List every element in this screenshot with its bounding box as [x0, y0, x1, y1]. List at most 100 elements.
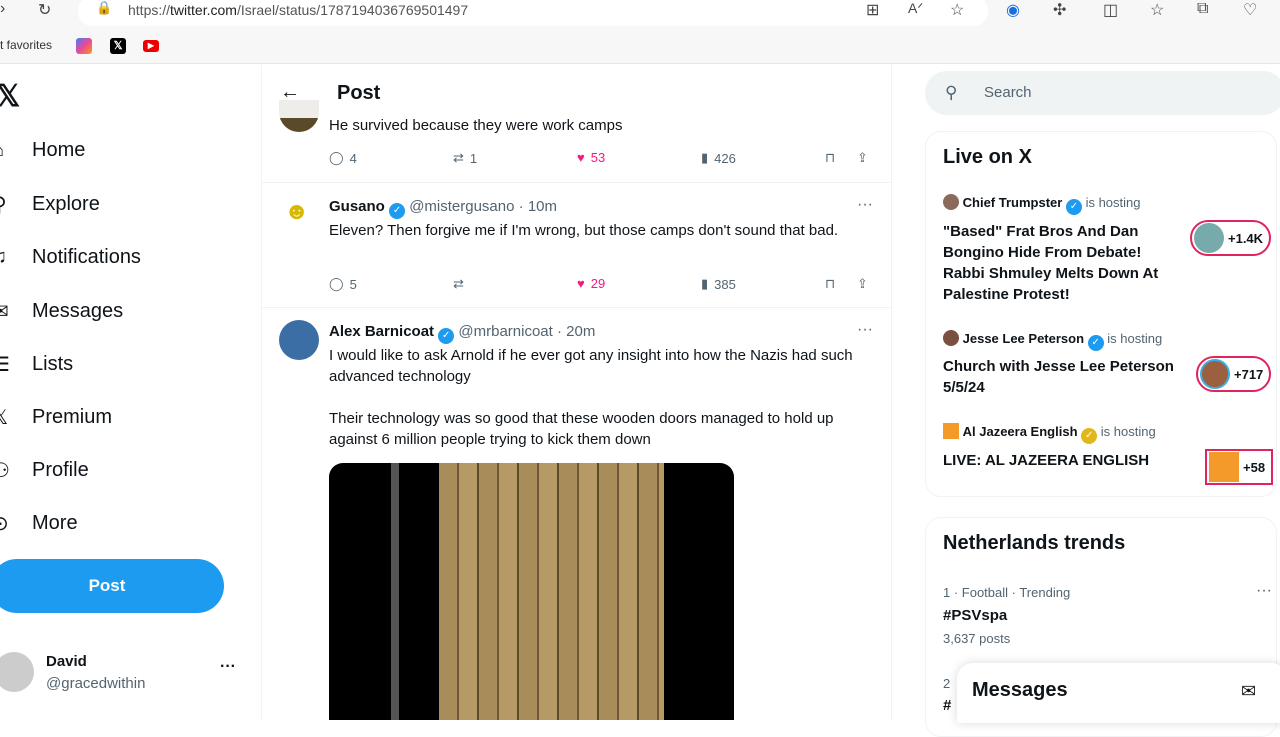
listener-count: +717 — [1234, 366, 1264, 382]
nav-label: More — [32, 512, 78, 534]
like-button[interactable]: ♥ 53 — [577, 150, 605, 165]
sidebar-item-premium[interactable]: 𝕏 Premium — [0, 405, 112, 430]
more-icon[interactable]: ··· — [857, 196, 873, 214]
x-favorite-icon[interactable]: 𝕏 — [110, 38, 126, 54]
live-host[interactable]: Chief Trumpster ✓ is hosting — [943, 194, 1140, 215]
page-title: Post — [337, 82, 381, 104]
live-host[interactable]: Al Jazeera English ✓ is hosting — [943, 423, 1156, 444]
live-title[interactable]: "Based" Frat Bros And Dan Bongino Hide F… — [943, 221, 1183, 305]
sidebar-item-explore[interactable]: ⚲Explore — [0, 192, 100, 217]
verified-badge-icon: ✓ — [1065, 199, 1082, 215]
sidebar-item-messages[interactable]: ✉ Messages — [0, 299, 123, 324]
new-message-icon[interactable]: ✉ — [1241, 681, 1256, 702]
sidebar-item-home[interactable]: ⌂Home — [0, 139, 85, 162]
sidebar-item-more[interactable]: ⊙ More — [0, 511, 78, 536]
bookmark-icon[interactable]: ⊓ — [825, 150, 835, 166]
favorites-label[interactable]: t favorites — [0, 38, 52, 52]
account-switcher[interactable]: David @gracedwithin ··· — [0, 650, 250, 700]
reply-button[interactable]: ◯ 4 — [329, 150, 357, 166]
reply-button[interactable]: ◯ 5 — [329, 276, 357, 292]
trend-tag[interactable]: #PSVspa — [943, 607, 1007, 624]
live-host[interactable]: Jesse Lee Peterson ✓ is hosting — [943, 330, 1162, 351]
more-icon: ⊙ — [0, 513, 9, 535]
reply-icon: ◯ — [329, 150, 344, 165]
sidebar-item-profile[interactable]: ⚇ Profile — [0, 458, 89, 483]
tweet-text: He survived because they were work camps — [329, 117, 623, 134]
more-icon[interactable]: ··· — [857, 321, 873, 339]
url-path: /Israel/status/1787194036769501497 — [236, 2, 469, 18]
more-icon[interactable]: ··· — [1256, 582, 1272, 600]
url-text[interactable]: https://twitter.com/Israel/status/178719… — [128, 2, 468, 18]
host-name: Jesse Lee Peterson — [962, 331, 1085, 346]
forward-icon[interactable]: › — [0, 0, 5, 18]
reload-icon[interactable]: ↻ — [38, 0, 51, 20]
share-icon[interactable]: ⇪ — [857, 276, 868, 292]
retweet-button[interactable]: ⇄ 1 — [453, 150, 477, 166]
puzzle-icon[interactable]: ✣ — [1053, 0, 1066, 20]
tweet-time[interactable]: 10m — [528, 198, 557, 215]
x-logo-icon[interactable]: 𝕏 — [0, 79, 20, 114]
retweet-icon: ⇄ — [453, 150, 464, 165]
home-icon: ⌂ — [0, 139, 32, 162]
tweet-actions: ◯ 4 ⇄ 1 ♥ 53 ▮ 426 ⊓ ⇪ — [329, 150, 874, 170]
views-icon: ▮ — [701, 276, 709, 291]
collections-icon[interactable]: ⧉ — [1197, 0, 1208, 18]
search-input[interactable]: ⚲ Search — [925, 71, 1280, 115]
views-icon: ▮ — [701, 150, 709, 165]
tweet[interactable]: ☻ Gusano ✓ @mistergusano · 10m ··· Eleve… — [262, 183, 891, 308]
live-listeners[interactable]: +717 — [1196, 356, 1272, 392]
reply-count: 5 — [349, 276, 357, 292]
author-handle[interactable]: @mistergusano — [409, 198, 514, 215]
youtube-icon[interactable]: ▶ — [143, 40, 159, 52]
views-button[interactable]: ▮ 426 — [701, 150, 736, 166]
tweet[interactable]: Alex Barnicoat ✓ @mrbarnicoat · 20m ··· … — [262, 308, 891, 720]
views-button[interactable]: ▮ 385 — [701, 276, 736, 292]
tweet-image[interactable] — [329, 463, 734, 720]
copilot-icon[interactable] — [76, 38, 92, 54]
live-listeners[interactable]: +58 — [1205, 449, 1274, 485]
mail-icon: ✉ — [0, 301, 9, 323]
apps-icon[interactable]: ⊞ — [866, 0, 879, 20]
live-title[interactable]: Church with Jesse Lee Peterson 5/5/24 — [943, 356, 1183, 398]
author-handle[interactable]: @mrbarnicoat — [458, 323, 552, 340]
sidebar-item-lists[interactable]: ☰ Lists — [0, 352, 73, 377]
person-icon: ⚇ — [0, 460, 10, 482]
favorites-icon[interactable]: ☆ — [1150, 0, 1164, 20]
read-aloud-icon[interactable]: Aᐟ — [908, 0, 923, 17]
more-icon[interactable]: ··· — [220, 658, 236, 676]
listener-avatar — [1209, 452, 1239, 482]
tweet-actions: ◯ 5 ⇄ ♥ 29 ▮ 385 ⊓ ⇪ — [329, 276, 874, 296]
door-frame — [391, 463, 399, 720]
sidebar-item-notifications[interactable]: ♫Notifications — [0, 246, 141, 269]
messages-drawer-title: Messages — [972, 679, 1068, 701]
tweet-time[interactable]: 20m — [566, 323, 595, 340]
listener-count: +58 — [1243, 459, 1266, 475]
extension-icon[interactable]: ◉ — [1006, 0, 1020, 20]
favorite-star-icon[interactable]: ☆ — [950, 0, 964, 20]
share-icon[interactable]: ⇪ — [857, 150, 868, 166]
like-count: 29 — [590, 276, 606, 291]
messages-drawer[interactable]: Messages ✉ — [957, 663, 1280, 723]
health-icon[interactable]: ♡ — [1243, 0, 1257, 20]
trend-tag[interactable]: # — [943, 697, 951, 714]
search-icon: ⚲ — [945, 83, 958, 102]
like-button[interactable]: ♥ 29 — [577, 276, 605, 291]
wooden-door-image — [439, 463, 664, 720]
live-title[interactable]: LIVE: AL JAZEERA ENGLISH — [943, 450, 1183, 471]
split-screen-icon[interactable]: ◫ — [1103, 0, 1118, 20]
tweet-text: Their technology was so good that these … — [329, 410, 834, 448]
bookmark-icon[interactable]: ⊓ — [825, 276, 835, 292]
tweet-text: Eleven? Then forgive me if I'm wrong, bu… — [329, 222, 839, 239]
post-button[interactable]: Post — [0, 559, 224, 613]
reply-icon: ◯ — [329, 276, 344, 291]
host-name: Chief Trumpster — [962, 195, 1063, 210]
retweet-button[interactable]: ⇄ — [453, 276, 464, 292]
back-arrow-icon[interactable]: ← — [280, 81, 300, 104]
live-listeners[interactable]: +1.4K — [1190, 220, 1272, 256]
author-name[interactable]: Gusano — [329, 198, 385, 215]
like-count: 53 — [590, 150, 606, 165]
host-name: Al Jazeera English — [962, 424, 1078, 439]
heart-icon: ♥ — [577, 150, 585, 165]
author-name[interactable]: Alex Barnicoat — [329, 323, 434, 340]
listener-avatar — [1194, 223, 1224, 253]
